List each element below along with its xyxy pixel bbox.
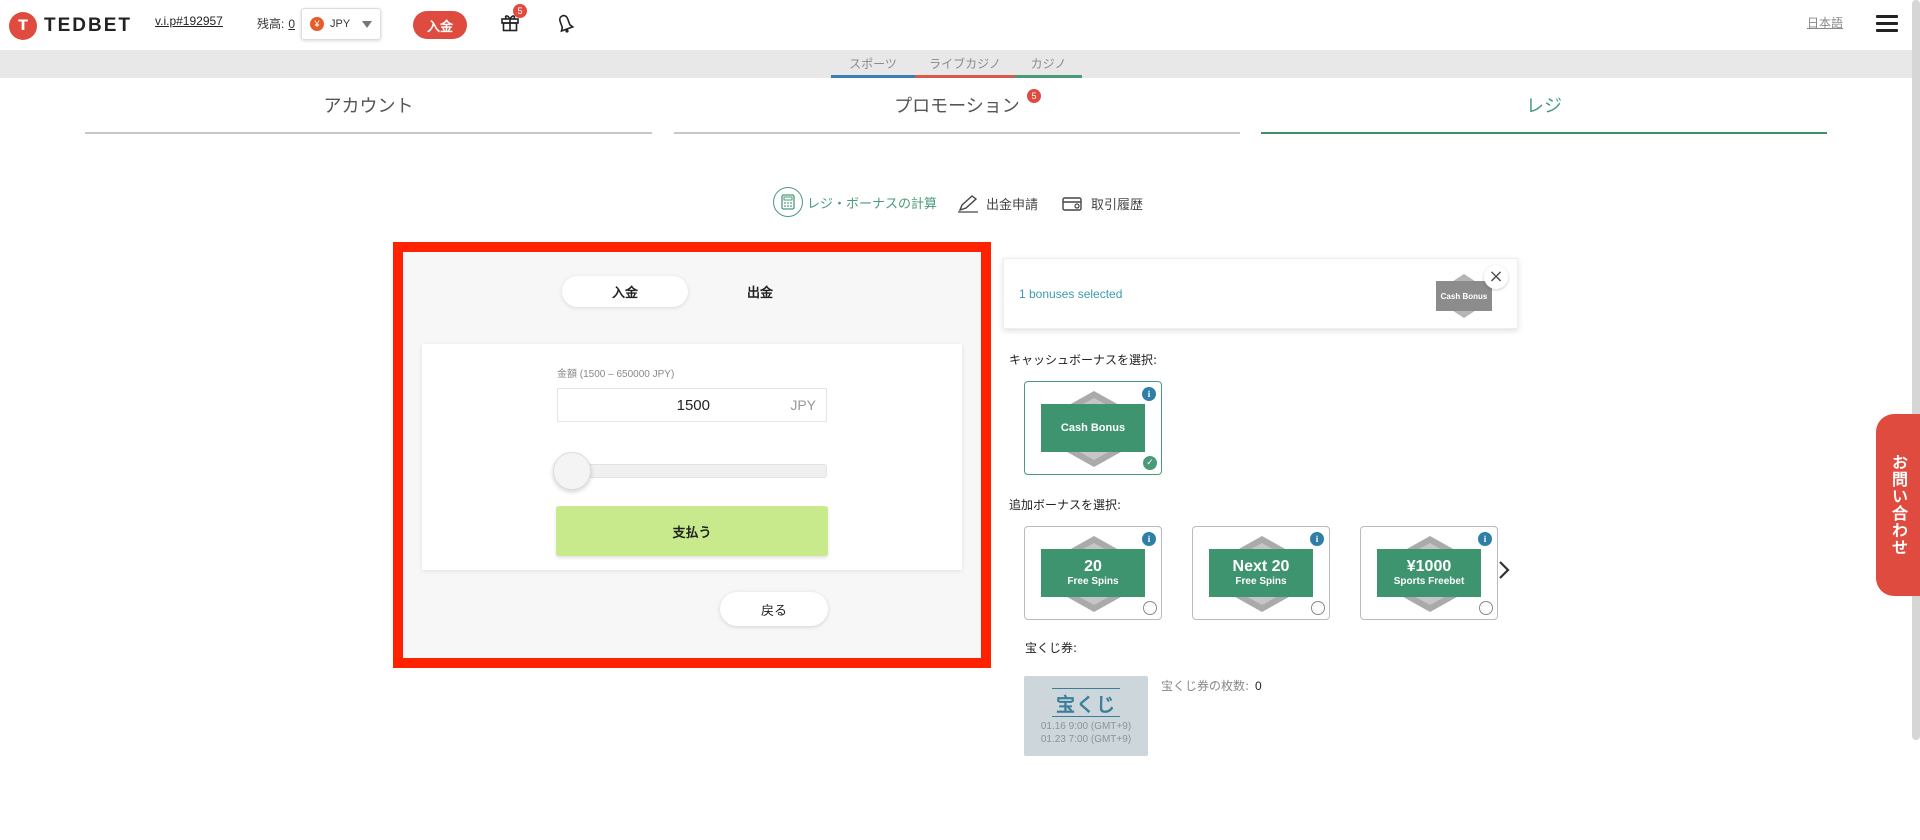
lottery-ticket: 宝くじ 01.16 9:00 (GMT+9) 01.23 7:00 (GMT+9… <box>1024 676 1148 756</box>
bonus-amount: ¥1000 <box>1406 558 1452 575</box>
tab-label: プロモーション <box>894 96 1020 117</box>
selected-bonuses-text: 1 bonuses selected <box>1019 287 1123 301</box>
cash-bonus-section-label: キャッシュボーナスを選択: <box>1009 353 1158 367</box>
bonus-plate: ¥1000 Sports Freebet <box>1377 549 1481 597</box>
back-button[interactable]: 戻る <box>720 592 828 626</box>
bonus-radio[interactable] <box>1311 601 1325 615</box>
subnav-underline <box>831 75 915 78</box>
close-icon[interactable]: × <box>1484 265 1508 289</box>
calculator-icon <box>773 187 803 217</box>
transaction-history-link[interactable]: 取引履歴 <box>1062 194 1143 213</box>
subnav-label: カジノ <box>1030 57 1067 71</box>
bonus-plate: Next 20 Free Spins <box>1209 549 1313 597</box>
yen-coin-icon: ¥ <box>310 17 324 31</box>
vip-id-link[interactable]: v.i.p#192957 <box>155 14 223 28</box>
subnav-casino[interactable]: カジノ <box>1015 55 1082 78</box>
withdraw-toggle[interactable]: 出金 <box>710 276 810 307</box>
contact-label: お問い合わせ <box>1889 454 1908 556</box>
extra-bonus-tile[interactable]: 20 Free Spins i <box>1024 526 1162 620</box>
subaction-label: レジ・ボーナスの計算 <box>807 196 938 212</box>
deposit-toggle[interactable]: 入金 <box>562 276 688 307</box>
amount-label: 金額 (1500 – 650000 JPY) <box>557 369 675 380</box>
gift-count-badge: 5 <box>513 4 527 18</box>
product-subnav: スポーツ ライブカジノ カジノ <box>0 50 1920 78</box>
amount-input[interactable]: 1500 JPY <box>557 388 827 422</box>
extra-bonus-tile[interactable]: Next 20 Free Spins i <box>1192 526 1330 620</box>
balance-label: 残高: <box>257 17 285 31</box>
tab-underline <box>85 132 652 134</box>
extra-bonus-section-label: 追加ボーナスを選択: <box>1009 498 1122 512</box>
lottery-count: 宝くじ券の枚数: 0 <box>1161 677 1262 694</box>
tab-underline <box>674 132 1240 134</box>
bell-icon[interactable] <box>556 12 576 34</box>
bonus-radio[interactable] <box>1479 601 1493 615</box>
logo-text: TEDBET <box>44 15 132 36</box>
tab-underline <box>1261 132 1827 134</box>
withdraw-request-link[interactable]: 出金申請 <box>957 194 1038 213</box>
bonus-amount: 20 <box>1084 558 1102 575</box>
bonus-type: Free Spins <box>1067 576 1119 587</box>
logo[interactable]: T TEDBET <box>9 12 132 40</box>
hamburger-menu-icon[interactable] <box>1876 15 1898 33</box>
contact-us-tab[interactable]: お問い合わせ <box>1876 414 1920 596</box>
bonus-type: Sports Freebet <box>1393 576 1465 587</box>
bonus-plate: 20 Free Spins <box>1041 549 1145 597</box>
tab-account[interactable]: アカウント <box>85 92 652 134</box>
amount-slider-track[interactable] <box>556 464 827 478</box>
subnav-live-casino[interactable]: ライブカジノ <box>915 55 1015 78</box>
lottery-count-value: 0 <box>1255 679 1262 693</box>
balance: 残高: 0 <box>257 15 295 32</box>
info-icon[interactable]: i <box>1478 532 1492 546</box>
bonus-plate: Cash Bonus <box>1041 404 1145 452</box>
bonus-radio[interactable] <box>1143 601 1157 615</box>
balance-value[interactable]: 0 <box>288 17 295 31</box>
page-scrollbar[interactable] <box>1912 0 1920 740</box>
lottery-end-date: 01.23 7:00 (GMT+9) <box>1040 734 1132 745</box>
card-icon <box>1062 196 1082 211</box>
currency-select[interactable]: ¥ JPY <box>301 8 381 40</box>
lottery-count-label: 宝くじ券の枚数: <box>1161 679 1250 693</box>
cash-bonus-tile[interactable]: Cash Bonus i ✓ <box>1024 381 1162 475</box>
subnav-underline <box>915 75 1015 78</box>
amount-value: 1500 <box>676 397 710 414</box>
subnav-label: スポーツ <box>849 57 897 71</box>
amount-slider-handle[interactable] <box>553 452 591 490</box>
tab-label: アカウント <box>323 96 414 117</box>
caret-down-icon <box>362 21 372 28</box>
language-link[interactable]: 日本語 <box>1807 14 1843 31</box>
lottery-ticket-title: 宝くじ <box>1055 694 1116 716</box>
lottery-section-label: 宝くじ券: <box>1025 641 1078 655</box>
extra-bonus-tile[interactable]: ¥1000 Sports Freebet i <box>1360 526 1498 620</box>
currency-value: JPY <box>330 18 351 30</box>
subnav-sports[interactable]: スポーツ <box>831 55 915 78</box>
subaction-label: 出金申請 <box>986 198 1039 213</box>
pen-icon <box>958 194 978 213</box>
bonus-type: Free Spins <box>1235 576 1287 587</box>
amount-unit: JPY <box>790 397 816 413</box>
subnav-label: ライブカジノ <box>929 57 1001 71</box>
subnav-underline <box>1015 75 1082 78</box>
ticket-rule <box>1052 716 1120 717</box>
tab-label: レジ <box>1526 96 1562 117</box>
cashier-bonus-calculator-link[interactable]: レジ・ボーナスの計算 <box>773 187 937 217</box>
check-icon[interactable]: ✓ <box>1143 456 1157 470</box>
selected-bonuses-bar[interactable]: 1 bonuses selected Cash Bonus × <box>1003 258 1518 329</box>
logo-mark-icon: T <box>9 12 37 40</box>
mini-cash-bonus: Cash Bonus <box>1436 281 1492 311</box>
bonus-amount: Next 20 <box>1232 558 1290 575</box>
top-header: T TEDBET v.i.p#192957 残高: 0 ¥ JPY 入金 5 日本… <box>0 0 1920 50</box>
ticket-rule <box>1052 688 1120 689</box>
promotion-count-badge: 5 <box>1027 89 1041 103</box>
bonus-title: Cash Bonus <box>1060 422 1126 434</box>
info-icon[interactable]: i <box>1310 532 1324 546</box>
pay-button[interactable]: 支払う <box>556 506 828 556</box>
tab-promotion[interactable]: プロモーション <box>674 92 1240 134</box>
subaction-label: 取引履歴 <box>1091 198 1144 213</box>
header-deposit-button[interactable]: 入金 <box>413 11 467 39</box>
info-icon[interactable]: i <box>1142 387 1156 401</box>
chevron-right-icon[interactable] <box>1497 560 1511 580</box>
tab-cashier[interactable]: レジ <box>1261 92 1827 134</box>
info-icon[interactable]: i <box>1142 532 1156 546</box>
lottery-start-date: 01.16 9:00 (GMT+9) <box>1040 721 1132 732</box>
